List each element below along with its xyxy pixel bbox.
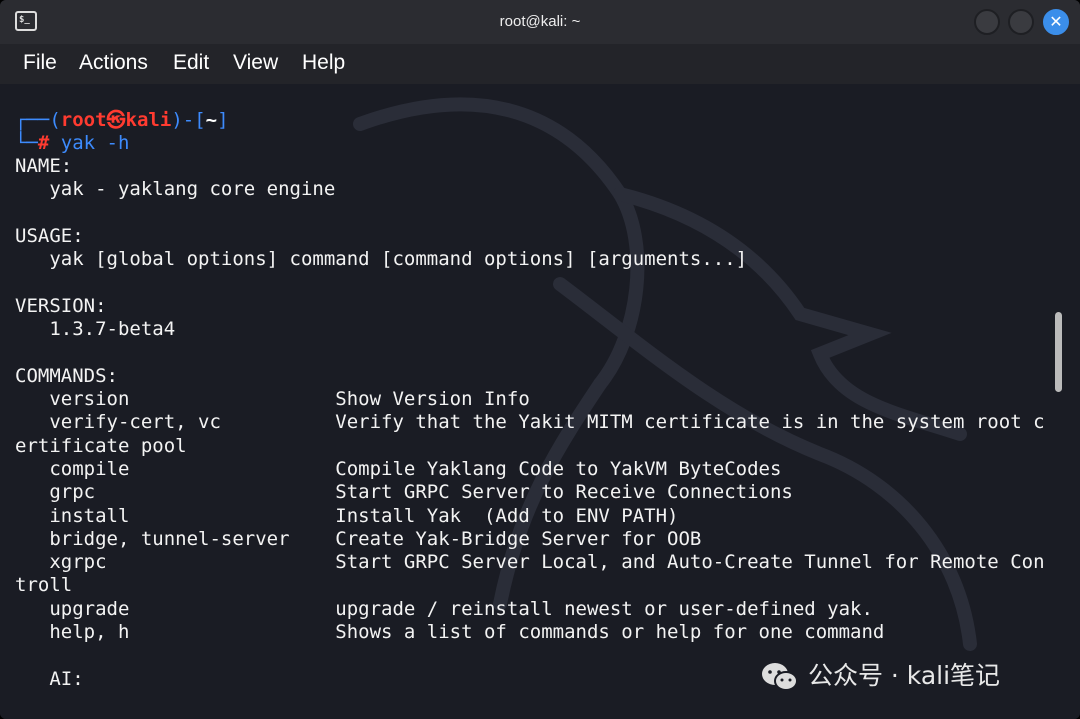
terminal-window: $_ root@kali: ~ ✕ File Actions Edit View… [0,0,1080,719]
output-line: yak - yaklang core engine [15,178,336,201]
output-line: NAME: [15,155,73,177]
output-line: grpc Start GRPC Server to Receive Connec… [15,481,793,504]
title-bar[interactable]: $_ root@kali: ~ ✕ [0,0,1080,44]
output-line: troll [15,574,73,597]
prompt-line-1: ┌──(root㉿kali)-[~] [15,109,229,131]
scrollbar-thumb[interactable] [1055,312,1062,392]
menu-help[interactable]: Help [302,51,345,75]
close-icon: ✕ [1049,12,1063,31]
watermark-text: 公众号 · kali笔记 [807,661,1001,690]
output-line: VERSION: [15,294,107,317]
maximize-button[interactable] [1008,9,1034,35]
close-button[interactable]: ✕ [1043,9,1069,35]
wechat-icon [762,663,798,691]
minimize-button[interactable] [974,9,1000,35]
terminal-lines: ┌──(root㉿kali)-[~] └─# yak -h NAME: yak … [15,109,1045,690]
output-line: compile Compile Yaklang Code to YakVM By… [15,457,782,480]
menu-bar: File Actions Edit View Help [0,44,1080,84]
menu-actions[interactable]: Actions [79,51,148,75]
output-line: ertificate pool [15,434,187,457]
output-line: upgrade upgrade / reinstall newest or us… [15,597,873,620]
menu-edit[interactable]: Edit [173,51,209,75]
terminal-output[interactable]: ┌──(root㉿kali)-[~] └─# yak -h NAME: yak … [0,84,1080,719]
watermark: 公众号 · kali笔记 [760,656,1000,693]
output-line: help, h Shows a list of commands or help… [15,621,885,643]
output-line: version Show Version Info [15,388,530,410]
output-line: xgrpc Start GRPC Server Local, and Auto-… [15,551,1045,574]
output-line: bridge, tunnel-server Create Yak-Bridge … [15,527,702,550]
output-line: verify-cert, vc Verify that the Yakit MI… [15,411,1045,434]
output-line: install Install Yak (Add to ENV PATH) [15,504,679,527]
window-title: root@kali: ~ [499,13,581,30]
output-line: COMMANDS: [15,364,118,387]
menu-view[interactable]: View [233,51,278,75]
prompt-line-2: └─# yak -h [15,132,130,154]
output-line: USAGE: [15,224,84,247]
output-line: yak [global options] command [command op… [15,248,748,271]
output-line: 1.3.7-beta4 [15,318,176,341]
menu-file[interactable]: File [23,51,57,75]
output-line: AI: [15,667,84,690]
